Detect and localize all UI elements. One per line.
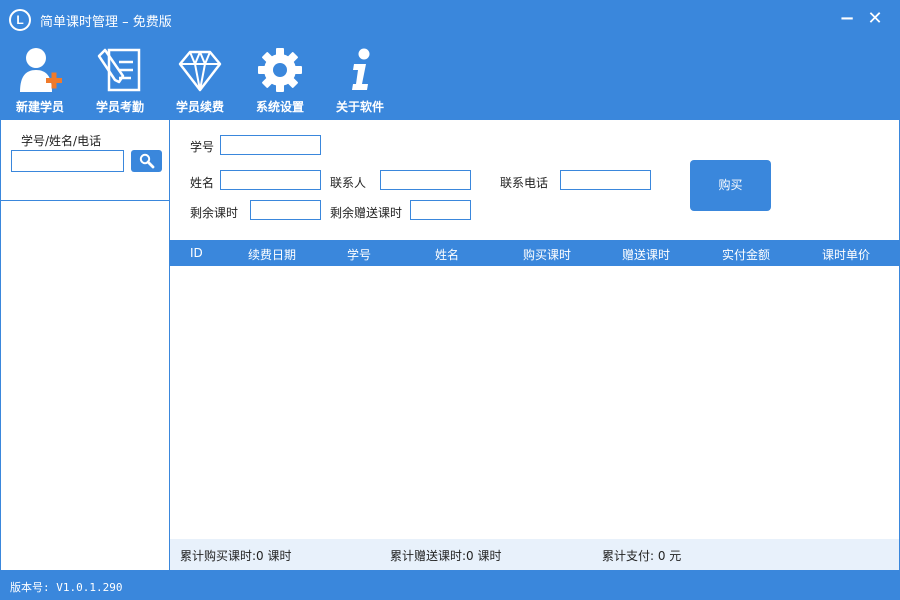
name-label: 姓名 [190, 176, 215, 190]
remaining-hours-field[interactable] [250, 200, 321, 220]
remaining-gift-hours-field[interactable] [410, 200, 471, 220]
gear-icon [258, 48, 302, 92]
title-bar: L 简单课时管理 – 免费版 − ✕ [0, 0, 900, 40]
contact-field[interactable] [380, 170, 471, 190]
user-add-icon [20, 48, 62, 92]
remaining-gift-hours-label: 剩余赠送课时 [330, 206, 403, 220]
student-id-field[interactable] [220, 135, 321, 155]
search-input[interactable] [11, 150, 124, 172]
summary-bar: 累计购买课时:0 课时 累计赠送课时:0 课时 累计支付: 0 元 [170, 539, 899, 570]
column-gift-hours[interactable]: 赠送课时 [622, 246, 670, 263]
buy-button[interactable]: 购买 [690, 160, 771, 211]
app-title: 简单课时管理 – 免费版 [40, 15, 172, 30]
total-purchased-hours: 累计购买课时:0 课时 [180, 549, 292, 563]
column-purchased-hours[interactable]: 购买课时 [523, 246, 571, 263]
attendance-button[interactable]: 学员考勤 [85, 46, 155, 118]
search-label: 学号/姓名/电话 [21, 134, 102, 148]
column-paid-amount[interactable]: 实付金额 [722, 246, 770, 263]
new-student-button[interactable]: 新建学员 [5, 46, 75, 118]
column-id[interactable]: ID [190, 246, 203, 260]
version-label: 版本号: V1.0.1.290 [10, 581, 123, 594]
column-renew-date[interactable]: 续费日期 [248, 246, 296, 263]
student-id-label: 学号 [190, 140, 215, 154]
column-name[interactable]: 姓名 [435, 246, 459, 263]
close-button[interactable]: ✕ [864, 8, 886, 30]
phone-field[interactable] [560, 170, 651, 190]
remaining-hours-label: 剩余课时 [190, 206, 239, 220]
diamond-icon [178, 50, 222, 92]
student-list[interactable] [1, 201, 169, 568]
sidebar: 学号/姓名/电话 [0, 120, 170, 570]
name-field[interactable] [220, 170, 321, 190]
settings-label: 系统设置 [255, 100, 304, 114]
renew-button[interactable]: 学员续费 [165, 46, 235, 118]
edit-document-icon [97, 48, 141, 92]
renew-label: 学员续费 [175, 100, 224, 114]
settings-button[interactable]: 系统设置 [245, 46, 315, 118]
main-panel: 学号 姓名 联系人 联系电话 剩余课时 剩余赠送课时 购买 ID 续费日期 学号… [170, 120, 899, 570]
status-bar: 版本号: V1.0.1.290 [0, 570, 900, 600]
column-unit-price[interactable]: 课时单价 [822, 246, 870, 263]
new-student-label: 新建学员 [15, 100, 64, 114]
contact-label: 联系人 [330, 176, 367, 190]
total-paid: 累计支付: 0 元 [602, 549, 682, 563]
app-logo-icon: L [9, 9, 31, 31]
column-student-id[interactable]: 学号 [347, 246, 371, 263]
minimize-button[interactable]: − [836, 8, 858, 30]
main-toolbar: 新建学员 学员考勤 学员续费 系统设置 关于软件 [0, 40, 900, 120]
attendance-label: 学员考勤 [95, 100, 144, 114]
about-button[interactable]: 关于软件 [325, 46, 395, 118]
search-button[interactable] [131, 150, 162, 172]
about-label: 关于软件 [335, 100, 384, 114]
info-icon [352, 48, 370, 90]
table-body[interactable] [170, 266, 899, 539]
sidebar-search-panel: 学号/姓名/电话 [1, 120, 169, 201]
table-header: ID 续费日期 学号 姓名 购买课时 赠送课时 实付金额 课时单价 [170, 240, 899, 266]
phone-label: 联系电话 [500, 176, 549, 190]
search-icon [139, 153, 155, 169]
total-gift-hours: 累计赠送课时:0 课时 [390, 549, 502, 563]
